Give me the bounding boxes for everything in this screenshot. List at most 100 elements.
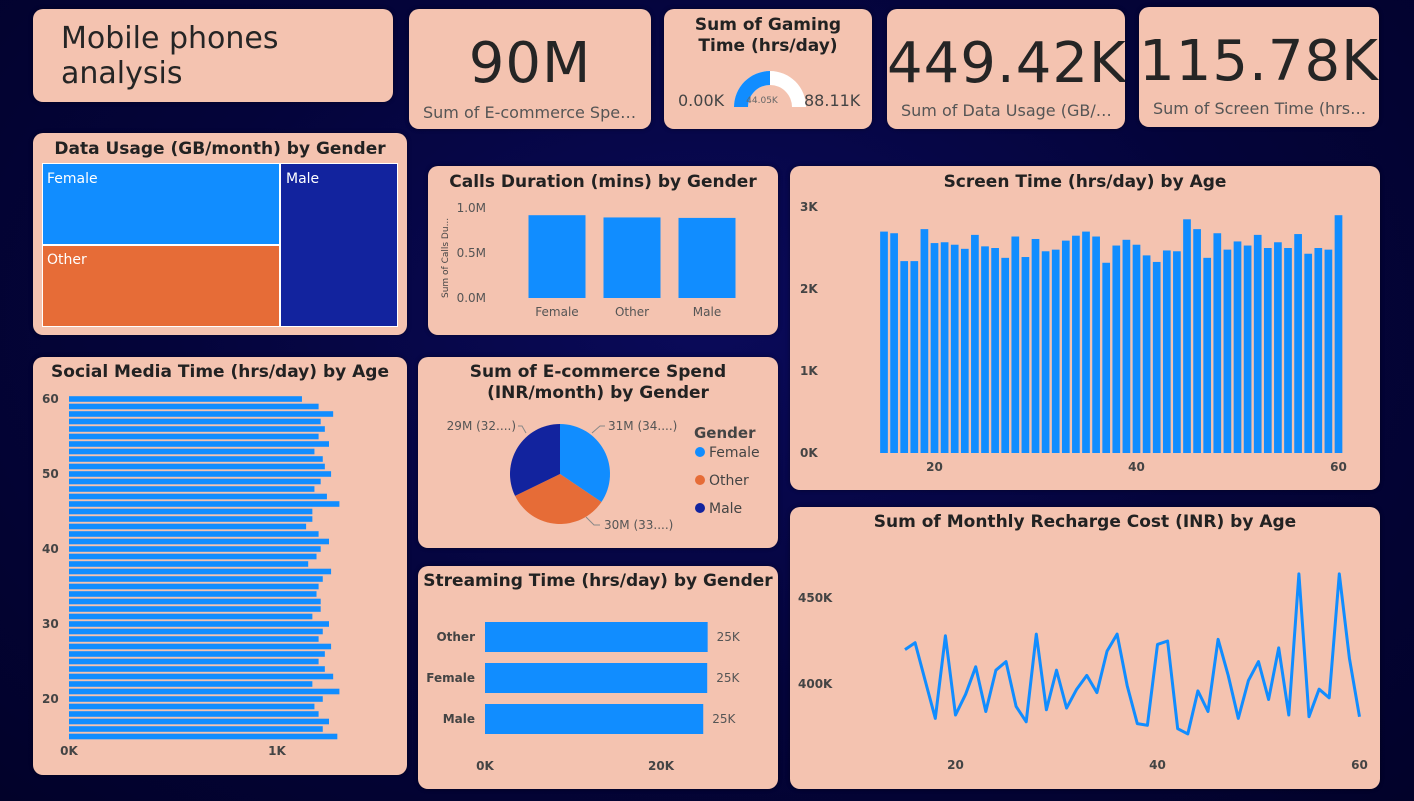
social-bar	[69, 508, 313, 515]
social-bar	[69, 411, 334, 417]
calls-ytick: 0.0M	[457, 291, 486, 305]
kpi-ecommerce-card[interactable]: 90M Sum of E-commerce Spen...	[409, 9, 651, 129]
pie-legend-dot	[695, 503, 705, 513]
social-bar	[69, 426, 325, 432]
social-bar	[69, 456, 323, 462]
screen-bar	[1051, 249, 1060, 453]
calls-ytick: 1.0M	[457, 201, 486, 215]
pie-legend-dot	[695, 447, 705, 457]
screen-bar	[1223, 249, 1232, 453]
screen-bar	[1193, 229, 1201, 453]
pie-legend-label: Female	[709, 445, 760, 461]
recharge-ytick: 400K	[798, 677, 833, 691]
streaming-card[interactable]: Streaming Time (hrs/day) by Gender Other…	[418, 566, 778, 789]
kpi-data-usage-label: Sum of Data Usage (GB/m...	[901, 101, 1115, 120]
social-bar	[69, 448, 315, 455]
treemap-card[interactable]: Data Usage (GB/month) by Gender Female O…	[33, 133, 407, 335]
social-bar	[69, 403, 319, 410]
streaming-chart: Other 25K Female 25K Male 25K 0K 20K	[426, 622, 741, 773]
pie-label: 31M (34....)	[608, 419, 677, 433]
social-bar	[69, 718, 329, 725]
calls-bar	[528, 215, 586, 298]
streaming-ytick: Male	[443, 712, 475, 726]
screen-bar	[1334, 215, 1343, 453]
screen-bar	[1142, 255, 1151, 453]
social-bar	[69, 733, 338, 740]
streaming-bar	[485, 622, 708, 652]
screen-bar	[1001, 257, 1010, 453]
social-card[interactable]: Social Media Time (hrs/day) by Age 20 30 4…	[33, 357, 407, 775]
screen-xtick: 20	[926, 460, 943, 474]
treemap-label-female: Female	[47, 171, 98, 187]
recharge-xtick: 60	[1351, 758, 1368, 772]
title-card: Mobile phones analysis	[33, 9, 393, 102]
treemap-label-male: Male	[286, 171, 320, 187]
pie-label: 30M (33....)	[604, 518, 673, 532]
kpi-screen-time-value: 115.78K	[1139, 29, 1379, 94]
screen-bar	[1183, 219, 1191, 453]
kpi-ecommerce-value: 90M	[468, 31, 592, 96]
screen-bar	[880, 231, 888, 453]
screen-bar	[1041, 251, 1050, 453]
screen-bar	[1011, 236, 1020, 453]
treemap-title: Data Usage (GB/month) by Gender	[54, 139, 386, 159]
pie-leader-line	[585, 516, 600, 526]
screen-bar	[1263, 248, 1272, 453]
screen-bar	[1173, 251, 1181, 453]
social-bar	[69, 546, 321, 552]
ecom-pie-chart: Gender 31M (34....) 30M (33....) 29M (32..…	[447, 419, 760, 532]
social-bar	[69, 681, 313, 687]
social-ytick: 30	[42, 617, 59, 631]
recharge-xtick: 40	[1149, 758, 1166, 772]
screen-bar	[1031, 238, 1040, 453]
kpi-data-usage-card[interactable]: 449.42K Sum of Data Usage (GB/m...	[887, 9, 1125, 129]
social-xtick: 1K	[268, 744, 286, 758]
social-bar	[69, 418, 321, 425]
social-bar	[69, 471, 332, 477]
social-bar	[69, 501, 340, 507]
screen-bar	[1253, 234, 1262, 453]
recharge-xtick: 20	[947, 758, 964, 772]
social-xtick: 0K	[60, 744, 78, 758]
screen-bar	[971, 234, 979, 453]
social-bar	[69, 531, 319, 537]
screen-bar	[950, 244, 959, 453]
recharge-card[interactable]: Sum of Monthly Recharge Cost (INR) by Ag…	[790, 507, 1380, 789]
streaming-xtick: 0K	[476, 759, 494, 773]
social-ytick: 50	[42, 467, 59, 481]
calls-card[interactable]: Calls Duration (mins) by Gender Sum of C…	[428, 166, 778, 335]
calls-xtick: Other	[615, 305, 649, 319]
screen-bar	[1162, 250, 1171, 453]
pie-leader-line	[591, 425, 605, 434]
screen-bar	[960, 248, 969, 453]
ecom-pie-card[interactable]: Sum of E-commerce Spend (INR/month) by G…	[418, 357, 778, 548]
screen-bar	[1324, 249, 1333, 453]
social-bar	[69, 433, 319, 440]
screen-ytick: 2K	[800, 282, 818, 296]
social-ytick: 40	[42, 542, 59, 556]
pie-legend-label: Male	[709, 501, 742, 517]
social-ytick: 60	[42, 392, 59, 406]
treemap-tile-male[interactable]: Male	[280, 163, 398, 327]
social-bar	[69, 688, 340, 695]
social-bar	[69, 711, 319, 717]
gauge-min-label: 0.00K	[678, 91, 725, 110]
social-ytick: 20	[42, 692, 59, 706]
screen-bar	[1082, 231, 1090, 453]
calls-ytick: 0.5M	[457, 246, 486, 260]
pie-leader-line	[518, 425, 527, 434]
screen-bar	[890, 233, 898, 453]
social-bar	[69, 553, 317, 560]
screen-bar	[1132, 244, 1141, 453]
social-bar	[69, 441, 329, 447]
social-bar	[69, 658, 319, 665]
pie-legend-dot	[695, 475, 705, 485]
treemap-tile-female[interactable]: Female	[42, 163, 280, 245]
screen-card[interactable]: Screen Time (hrs/day) by Age 0K 1K 2K 3K 20 4…	[790, 166, 1380, 490]
treemap-tile-other[interactable]: Other	[42, 245, 280, 327]
kpi-screen-time-card[interactable]: 115.78K Sum of Screen Time (hrs/d...	[1139, 7, 1379, 127]
streaming-bar	[485, 704, 704, 734]
gauge-card[interactable]: Sum of Gaming Time (hrs/day) 44.05K 0.00…	[664, 9, 872, 129]
screen-ytick: 0K	[800, 446, 818, 460]
social-bar	[69, 703, 315, 710]
